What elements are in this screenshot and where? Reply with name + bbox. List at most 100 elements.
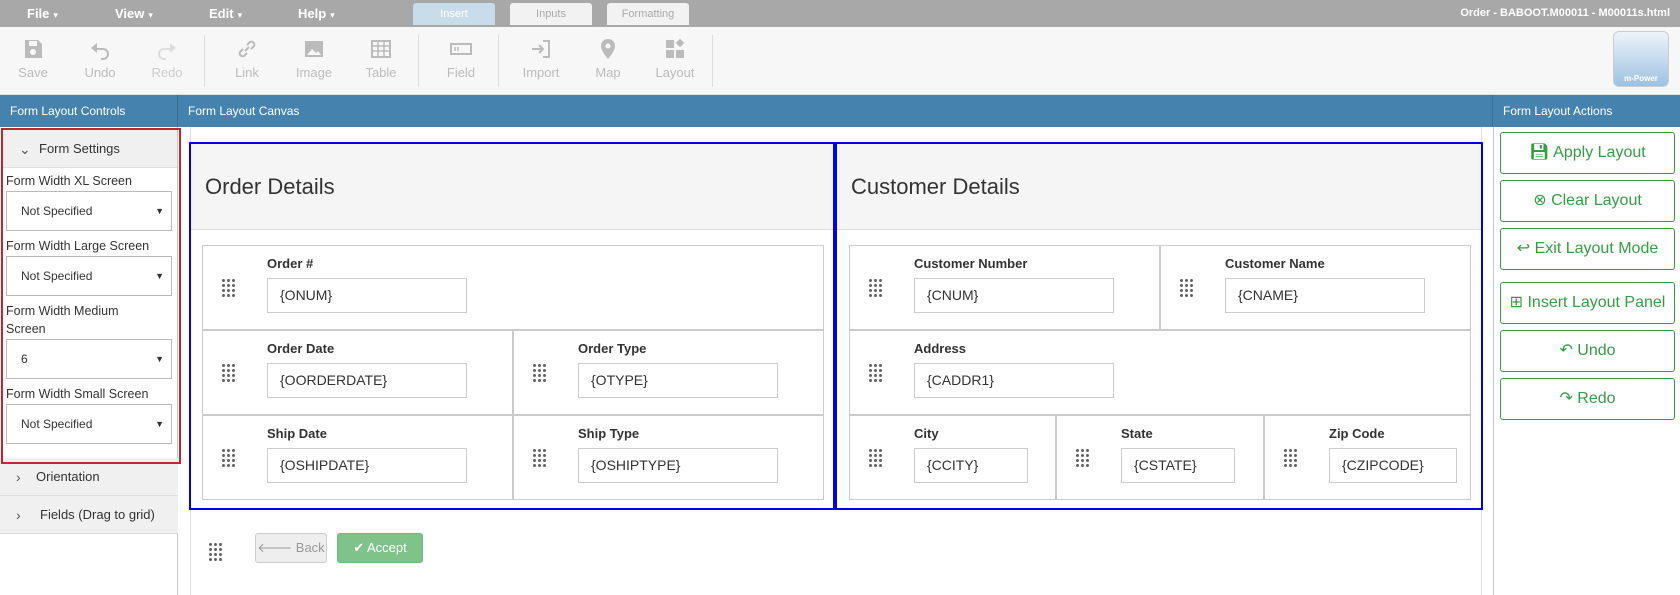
menu-file-label: File xyxy=(27,6,50,21)
ship-date-field[interactable]: {OSHIPDATE} xyxy=(267,448,467,483)
menu-help-label: Help xyxy=(298,6,327,21)
order-number-cell[interactable]: Order # {ONUM} xyxy=(202,245,824,330)
customer-name-label: Customer Name xyxy=(1225,256,1325,271)
order-type-field[interactable]: {OTYPE} xyxy=(578,363,778,398)
state-cell[interactable]: State {CSTATE} xyxy=(1056,415,1264,500)
chevron-down-icon: ▾ xyxy=(53,10,58,20)
apply-layout-label: Apply Layout xyxy=(1553,144,1646,161)
check-icon: ✔ xyxy=(353,540,368,555)
menu-help[interactable]: Help ▾ xyxy=(298,6,335,21)
menu-edit[interactable]: Edit ▾ xyxy=(209,6,242,21)
table-button[interactable]: Table xyxy=(351,37,411,80)
left-panel-header: Form Layout Controls xyxy=(0,95,178,127)
customer-name-field[interactable]: {CNAME} xyxy=(1225,278,1425,313)
ship-type-label: Ship Type xyxy=(578,426,640,441)
arrow-left-icon: 🡐 xyxy=(257,540,296,555)
zip-code-cell[interactable]: Zip Code {CZIPCODE} xyxy=(1264,415,1471,500)
redo-button[interactable]: Redo xyxy=(137,37,197,80)
exit-layout-mode-button[interactable]: ↩ Exit Layout Mode xyxy=(1500,228,1675,270)
redo-label: Redo xyxy=(151,65,183,80)
city-cell[interactable]: City {CCITY} xyxy=(849,415,1056,500)
drag-handle-icon[interactable] xyxy=(221,363,237,383)
map-button[interactable]: Map xyxy=(578,37,638,80)
order-type-cell[interactable]: Order Type {OTYPE} xyxy=(513,330,824,415)
image-button[interactable]: Image xyxy=(284,37,344,80)
tab-inputs[interactable]: Inputs xyxy=(510,3,592,25)
drag-handle-icon[interactable] xyxy=(532,363,548,383)
toolbar-divider xyxy=(712,35,713,87)
toolbar-divider xyxy=(204,35,205,87)
customer-details-panel[interactable]: Customer Details Customer Number {CNUM} … xyxy=(835,142,1483,510)
toolbar: Save Undo Redo Link Image Table Field Im… xyxy=(0,27,1680,95)
drag-handle-icon[interactable] xyxy=(1075,448,1091,468)
menu-view[interactable]: View ▾ xyxy=(115,6,153,21)
table-label: Table xyxy=(365,65,397,80)
clear-layout-button[interactable]: ⊗ Clear Layout xyxy=(1500,180,1675,222)
import-icon xyxy=(532,40,550,58)
ship-type-cell[interactable]: Ship Type {OSHIPTYPE} xyxy=(513,415,824,500)
undo-icon xyxy=(91,43,109,60)
undo-label: Undo xyxy=(84,65,116,80)
state-label: State xyxy=(1121,426,1153,441)
redo-action-button[interactable]: ↷ Redo xyxy=(1500,378,1675,420)
table-icon xyxy=(371,40,391,58)
order-date-field[interactable]: {OORDERDATE} xyxy=(267,363,467,398)
tab-insert[interactable]: Insert xyxy=(413,3,495,25)
address-field[interactable]: {CADDR1} xyxy=(914,363,1114,398)
undo-action-button[interactable]: ↶ Undo xyxy=(1500,330,1675,372)
undo-action-label: Undo xyxy=(1577,342,1616,359)
order-number-label: Order # xyxy=(267,256,314,271)
insert-panel-icon: ⊞ xyxy=(1509,294,1528,311)
accept-button[interactable]: ✔ Accept xyxy=(337,533,423,563)
drag-handle-icon[interactable] xyxy=(868,363,884,383)
customer-number-field[interactable]: {CNUM} xyxy=(914,278,1114,313)
drag-handle-icon[interactable] xyxy=(221,448,237,468)
import-button[interactable]: Import xyxy=(511,37,571,80)
order-date-cell[interactable]: Order Date {OORDERDATE} xyxy=(202,330,513,415)
city-field[interactable]: {CCITY} xyxy=(914,448,1028,483)
order-details-panel[interactable]: Order Details Order # {ONUM} Order Date … xyxy=(189,142,835,510)
zip-code-field[interactable]: {CZIPCODE} xyxy=(1329,448,1457,483)
apply-layout-button[interactable]: 💾︎ Apply Layout xyxy=(1500,132,1675,174)
layout-label: Layout xyxy=(655,65,695,80)
field-button[interactable]: Field xyxy=(431,37,491,80)
clear-icon: ⊗ xyxy=(1533,192,1552,209)
return-arrow-icon: ↩ xyxy=(1516,240,1535,257)
insert-layout-panel-button[interactable]: ⊞ Insert Layout Panel xyxy=(1500,282,1675,324)
back-label: Back xyxy=(295,540,325,555)
form-layout-controls: ⌄ Form Settings Form Width XL Screen Not… xyxy=(0,127,181,595)
drag-handle-icon[interactable] xyxy=(221,278,237,298)
chevron-down-icon: ▾ xyxy=(330,10,335,20)
clear-layout-label: Clear Layout xyxy=(1551,192,1642,209)
field-icon xyxy=(450,43,472,55)
import-label: Import xyxy=(522,65,560,80)
save-button[interactable]: Save xyxy=(3,37,63,80)
order-type-label: Order Type xyxy=(578,341,647,356)
back-button[interactable]: 🡐 Back xyxy=(255,533,327,563)
layout-button[interactable]: Layout xyxy=(645,37,705,80)
link-button[interactable]: Link xyxy=(217,37,277,80)
drag-handle-icon[interactable] xyxy=(532,448,548,468)
redo-action-label: Redo xyxy=(1577,390,1616,407)
tab-formatting[interactable]: Formatting xyxy=(607,3,689,25)
ship-date-label: Ship Date xyxy=(267,426,327,441)
drag-handle-icon[interactable] xyxy=(1283,448,1299,468)
state-field[interactable]: {CSTATE} xyxy=(1121,448,1235,483)
undo-button[interactable]: Undo xyxy=(70,37,130,80)
redo-icon: ↷ xyxy=(1559,390,1578,407)
customer-name-cell[interactable]: Customer Name {CNAME} xyxy=(1160,245,1471,330)
chevron-down-icon: ▾ xyxy=(237,10,243,20)
drag-handle-icon[interactable] xyxy=(868,278,884,298)
drag-handle-icon[interactable] xyxy=(208,542,224,567)
menu-file[interactable]: File ▾ xyxy=(27,6,58,21)
order-number-field[interactable]: {ONUM} xyxy=(267,278,467,313)
save-icon xyxy=(25,40,42,58)
address-cell[interactable]: Address {CADDR1} xyxy=(849,330,1471,415)
ship-date-cell[interactable]: Ship Date {OSHIPDATE} xyxy=(202,415,513,500)
fields-toggle[interactable]: › Fields (Drag to grid) xyxy=(0,496,178,534)
drag-handle-icon[interactable] xyxy=(868,448,884,468)
chevron-right-icon: › xyxy=(16,507,21,523)
drag-handle-icon[interactable] xyxy=(1179,278,1195,298)
customer-number-cell[interactable]: Customer Number {CNUM} xyxy=(849,245,1160,330)
ship-type-field[interactable]: {OSHIPTYPE} xyxy=(578,448,778,483)
